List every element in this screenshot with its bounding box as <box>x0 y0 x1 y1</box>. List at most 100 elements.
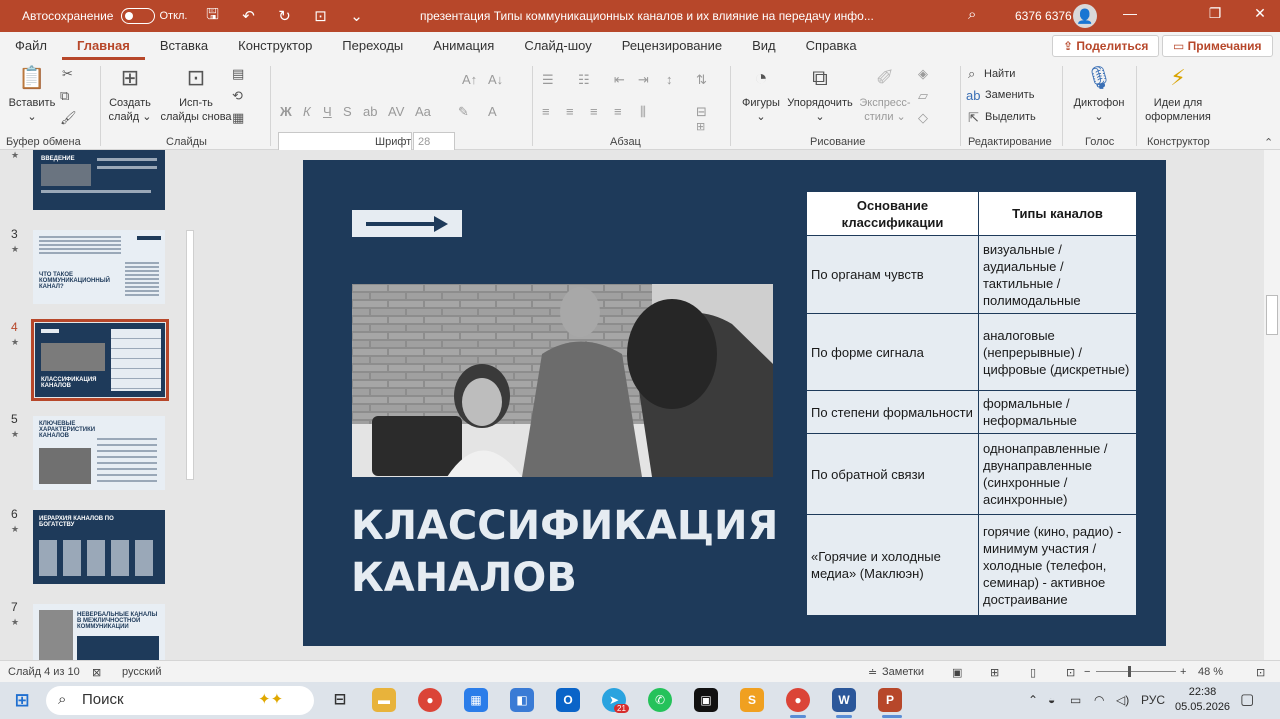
tab-insert[interactable]: Вставка <box>145 32 223 60</box>
paste-button[interactable]: 📋 Вставить ⌄ <box>6 64 58 124</box>
wifi-icon[interactable]: ◠ <box>1094 693 1104 707</box>
new-slide-button[interactable]: ⊞ Создать слайд ⌄ <box>104 64 156 124</box>
align-text-icon[interactable]: ⊟ <box>696 104 707 120</box>
redo-icon[interactable]: ↻ <box>274 7 296 25</box>
font-color-icon[interactable]: A <box>488 104 497 119</box>
powerpoint-icon[interactable]: P <box>878 688 902 712</box>
increase-indent-icon[interactable]: ⇥ <box>638 72 649 88</box>
decrease-indent-icon[interactable]: ⇤ <box>614 72 625 88</box>
shapes-button[interactable]: ◔ Фигуры ⌄ <box>736 64 786 124</box>
restore-icon[interactable]: ❐ <box>1205 5 1225 22</box>
canvas-scrollbar-thumb[interactable] <box>1266 295 1278 335</box>
highlight-icon[interactable]: ✎ <box>458 104 469 120</box>
zoom-in-icon[interactable]: + <box>1180 666 1186 678</box>
network-app-icon[interactable]: ◧ <box>510 688 534 712</box>
autosave-toggle[interactable] <box>121 8 156 24</box>
select-button[interactable]: Выделить <box>985 111 1036 123</box>
spacing-icon[interactable]: AV <box>388 104 404 119</box>
bullets-icon[interactable]: ☰ <box>542 72 554 88</box>
notifications-icon[interactable]: ▢ <box>1240 690 1254 708</box>
zoom-slider-handle[interactable] <box>1128 666 1131 677</box>
outlook-icon[interactable]: O <box>556 688 580 712</box>
tab-transitions[interactable]: Переходы <box>327 32 418 60</box>
keyboard-language[interactable]: РУС <box>1141 693 1165 707</box>
align-center-icon[interactable]: ≡ <box>566 104 574 119</box>
thumbnail-slide-3[interactable]: ЧТО ТАКОЕ КОММУНИКАЦИОННЫЙ КАНАЛ? <box>33 230 165 304</box>
copy-icon[interactable]: ⧉ <box>60 88 69 104</box>
reuse-slides-button[interactable]: ⊡ Исп-ть слайды снова <box>160 64 232 124</box>
file-explorer-icon[interactable]: ▬ <box>372 688 396 712</box>
section-icon[interactable]: ▦ <box>232 110 244 126</box>
reset-icon[interactable]: ⟲ <box>232 88 243 104</box>
canvas-scrollbar[interactable] <box>1264 150 1280 660</box>
normal-view-icon[interactable]: ▣ <box>952 666 962 679</box>
underline-icon[interactable]: Ч <box>323 104 332 119</box>
word-icon[interactable]: W <box>832 688 856 712</box>
share-button[interactable]: ⇪ Поделиться <box>1052 35 1160 57</box>
clock[interactable]: 22:38 05.05.2026 <box>1175 685 1230 715</box>
bold-icon[interactable]: Ж <box>280 104 292 119</box>
align-right-icon[interactable]: ≡ <box>590 104 598 119</box>
fit-to-window-icon[interactable]: ⊡ <box>1256 666 1265 679</box>
justify-icon[interactable]: ≡ <box>614 104 622 119</box>
store-icon[interactable]: ▦ <box>464 688 488 712</box>
align-left-icon[interactable]: ≡ <box>542 104 550 119</box>
volume-icon[interactable]: ◁) <box>1116 693 1129 707</box>
cut-icon[interactable]: ✂ <box>62 66 73 82</box>
battery-icon[interactable]: ▭ <box>1070 693 1081 707</box>
font-size-select[interactable]: 28 <box>413 132 455 152</box>
taskbar-search[interactable]: ⌕ Поиск ✦✦ <box>46 686 314 715</box>
task-view-icon[interactable]: ⊟ <box>328 688 352 712</box>
change-case-icon[interactable]: Aa <box>415 104 431 119</box>
chrome-icon[interactable]: ● <box>418 688 442 712</box>
tab-animations[interactable]: Анимация <box>418 32 509 60</box>
comments-button[interactable]: ▭ Примечания <box>1162 35 1273 57</box>
thumbnail-slide-5[interactable]: КЛЮЧЕВЫЕ ХАРАКТЕРИСТИКИ КАНАЛОВ <box>33 416 165 490</box>
slide-photo[interactable] <box>352 284 773 477</box>
start-icon[interactable]: ⊞ <box>10 688 34 712</box>
customize-qat-icon[interactable]: ⌄ <box>346 7 368 25</box>
shrink-font-icon[interactable]: A↓ <box>488 72 503 87</box>
classification-table[interactable]: Основание классификации Типы каналов По … <box>806 191 1137 616</box>
collapse-ribbon-icon[interactable]: ⌃ <box>1264 136 1273 149</box>
thumbnail-slide-4[interactable]: КЛАССИФИКАЦИЯ КАНАЛОВ <box>31 319 169 401</box>
reading-view-icon[interactable]: ▯ <box>1030 666 1036 679</box>
numbering-icon[interactable]: ☷ <box>578 72 590 88</box>
tab-help[interactable]: Справка <box>791 32 872 60</box>
tab-review[interactable]: Рецензирование <box>607 32 737 60</box>
user-name[interactable]: 6376 6376 <box>1015 9 1072 23</box>
slide-sorter-icon[interactable]: ⊞ <box>990 666 999 679</box>
tab-design[interactable]: Конструктор <box>223 32 327 60</box>
tab-file[interactable]: Файл <box>0 32 62 60</box>
language-indicator[interactable]: русский <box>122 666 161 678</box>
save-icon[interactable]: 🖫 <box>202 4 224 29</box>
slide-title[interactable]: КЛАССИФИКАЦИЯ КАНАЛОВ <box>351 500 791 604</box>
columns-icon[interactable]: ⫼ <box>640 104 646 120</box>
smartart-icon[interactable]: ⊞ <box>696 120 705 133</box>
arrow-shape[interactable] <box>352 210 462 237</box>
find-button[interactable]: Найти <box>984 68 1015 80</box>
thumbnail-slide-7[interactable]: НЕВЕРБАЛЬНЫЕ КАНАЛЫ В МЕЖЛИЧНОСТНОЙ КОММ… <box>33 604 165 660</box>
layout-icon[interactable]: ▤ <box>232 66 244 82</box>
chrome-profile-icon[interactable]: ● <box>786 688 810 712</box>
grow-font-icon[interactable]: A↑ <box>462 72 477 87</box>
format-painter-icon[interactable]: 🖌 <box>60 110 77 126</box>
arrange-button[interactable]: ⧉ Упорядочить ⌄ <box>784 64 856 124</box>
sublime-icon[interactable]: S <box>740 688 764 712</box>
dictate-button[interactable]: 🎙 Диктофон ⌄ <box>1068 64 1130 124</box>
zoom-out-icon[interactable]: − <box>1084 666 1090 678</box>
shadow-icon[interactable]: S <box>343 104 352 119</box>
thumbnail-slide-2[interactable]: ВВЕДЕНИЕ <box>33 150 165 210</box>
direction-icon[interactable]: ⇅ <box>696 72 707 88</box>
close-icon[interactable]: ✕ <box>1250 5 1270 22</box>
present-icon[interactable]: ⊡ <box>310 7 332 25</box>
tab-home[interactable]: Главная <box>61 32 145 60</box>
notes-button[interactable]: Заметки <box>882 666 924 678</box>
shape-outline-icon[interactable]: ▱ <box>918 88 928 104</box>
minimize-icon[interactable]: — <box>1120 5 1140 21</box>
zoom-level[interactable]: 48 % <box>1198 666 1223 678</box>
tray-app-icon[interactable]: ◒ <box>1048 693 1055 707</box>
quick-styles-button[interactable]: ✐ Экспресс- стили ⌄ <box>856 64 914 124</box>
whatsapp-icon[interactable]: ✆ <box>648 688 672 712</box>
shape-effects-icon[interactable]: ◇ <box>918 110 928 126</box>
